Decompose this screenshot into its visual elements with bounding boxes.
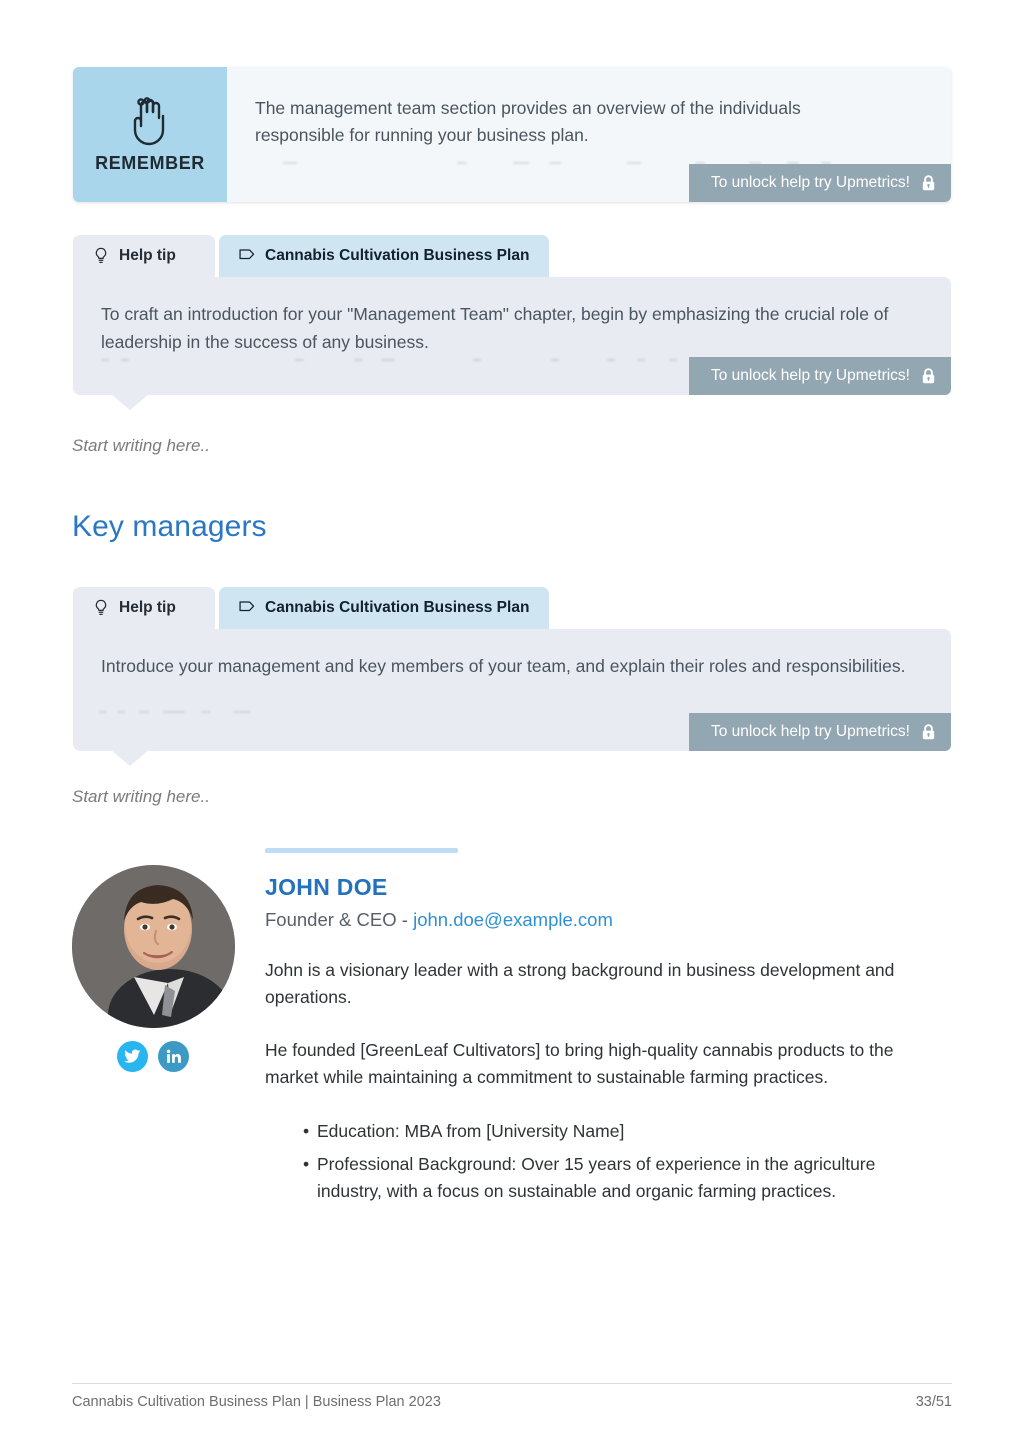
tab-help-tip-label: Help tip (119, 247, 176, 264)
list-item-text: Education: MBA from [University Name] (317, 1120, 625, 1141)
social-links (117, 1041, 189, 1072)
list-item: • Professional Background: Over 15 years… (265, 1151, 945, 1205)
document-page: REMEMBER The management team section pro… (0, 0, 1024, 1448)
tab-help-tip-label: Help tip (119, 599, 176, 616)
unlock-help-badge[interactable]: To unlock help try Upmetrics! (689, 164, 951, 202)
profile-details: JOHN DOE Founder & CEO - john.doe@exampl… (265, 874, 945, 1211)
hand-with-string-icon (127, 95, 173, 147)
tab-help-tip[interactable]: Help tip (73, 587, 215, 629)
footer-divider (72, 1383, 952, 1384)
profile-name: JOHN DOE (265, 874, 388, 900)
twitter-icon[interactable] (117, 1041, 148, 1072)
tag-icon (239, 599, 255, 617)
tip-tabs-2: Help tip Cannabis Cultivation Business P… (73, 587, 951, 629)
unlock-help-badge[interactable]: To unlock help try Upmetrics! (689, 357, 951, 395)
list-item-text: Professional Background: Over 15 years o… (317, 1153, 876, 1201)
profile-bullet-list: • Education: MBA from [University Name] … (265, 1118, 945, 1205)
remember-callout-card: REMEMBER The management team section pro… (73, 67, 951, 202)
profile-paragraph-1: John is a visionary leader with a strong… (265, 960, 895, 1008)
tip-body-2: Introduce your management and key member… (73, 629, 951, 766)
remember-badge-panel: REMEMBER (73, 67, 227, 202)
lock-icon (922, 368, 935, 384)
tip-pointer (111, 394, 149, 410)
start-writing-placeholder-2[interactable]: Start writing here.. (72, 787, 210, 807)
page-footer: Cannabis Cultivation Business Plan | Bus… (72, 1394, 952, 1410)
linkedin-icon[interactable] (158, 1041, 189, 1072)
profile-paragraph-2: He founded [GreenLeaf Cultivators] to br… (265, 1040, 894, 1088)
footer-title: Cannabis Cultivation Business Plan | Bus… (72, 1394, 441, 1410)
lock-icon (922, 175, 935, 191)
unlock-help-badge[interactable]: To unlock help try Upmetrics! (689, 713, 951, 751)
tip-text-1: To craft an introduction for your "Manag… (101, 304, 889, 352)
unlock-help-label: To unlock help try Upmetrics! (711, 723, 910, 740)
profile-role: Founder & CEO (265, 909, 397, 930)
tab-business-plan[interactable]: Cannabis Cultivation Business Plan (219, 235, 550, 277)
tab-help-tip[interactable]: Help tip (73, 235, 215, 277)
list-item: • Education: MBA from [University Name] (265, 1118, 945, 1145)
lightbulb-icon (93, 247, 109, 265)
tip-pointer (111, 750, 149, 766)
start-writing-placeholder-1[interactable]: Start writing here.. (72, 436, 210, 456)
unlock-help-label: To unlock help try Upmetrics! (711, 367, 910, 384)
help-tip-block-2: Help tip Cannabis Cultivation Business P… (73, 587, 951, 766)
unlock-help-label: To unlock help try Upmetrics! (711, 174, 910, 191)
lock-icon (922, 724, 935, 740)
bullet-marker: • (303, 1153, 310, 1174)
tab-business-plan-label: Cannabis Cultivation Business Plan (265, 247, 530, 264)
role-separator: - (396, 909, 414, 930)
profile-role-line: Founder & CEO - john.doe@example.com (265, 909, 945, 931)
tab-business-plan[interactable]: Cannabis Cultivation Business Plan (219, 587, 550, 629)
tab-business-plan-label: Cannabis Cultivation Business Plan (265, 599, 530, 616)
remember-body: The management team section provides an … (227, 67, 951, 202)
lightbulb-icon (93, 599, 109, 617)
tag-icon (239, 247, 255, 265)
footer-page-number: 33/51 (915, 1394, 952, 1410)
tip-body-1: To craft an introduction for your "Manag… (73, 277, 951, 410)
help-tip-block-1: Help tip Cannabis Cultivation Business P… (73, 235, 951, 410)
page-title: Key managers (72, 510, 267, 543)
tip-tabs-1: Help tip Cannabis Cultivation Business P… (73, 235, 951, 277)
profile-email[interactable]: john.doe@example.com (413, 909, 613, 930)
accent-divider (265, 848, 458, 853)
remember-label: REMEMBER (95, 153, 205, 173)
avatar (72, 865, 235, 1028)
bullet-marker: • (303, 1120, 310, 1141)
tip-text-2: Introduce your management and key member… (101, 656, 906, 676)
remember-text: The management team section provides an … (255, 98, 801, 146)
